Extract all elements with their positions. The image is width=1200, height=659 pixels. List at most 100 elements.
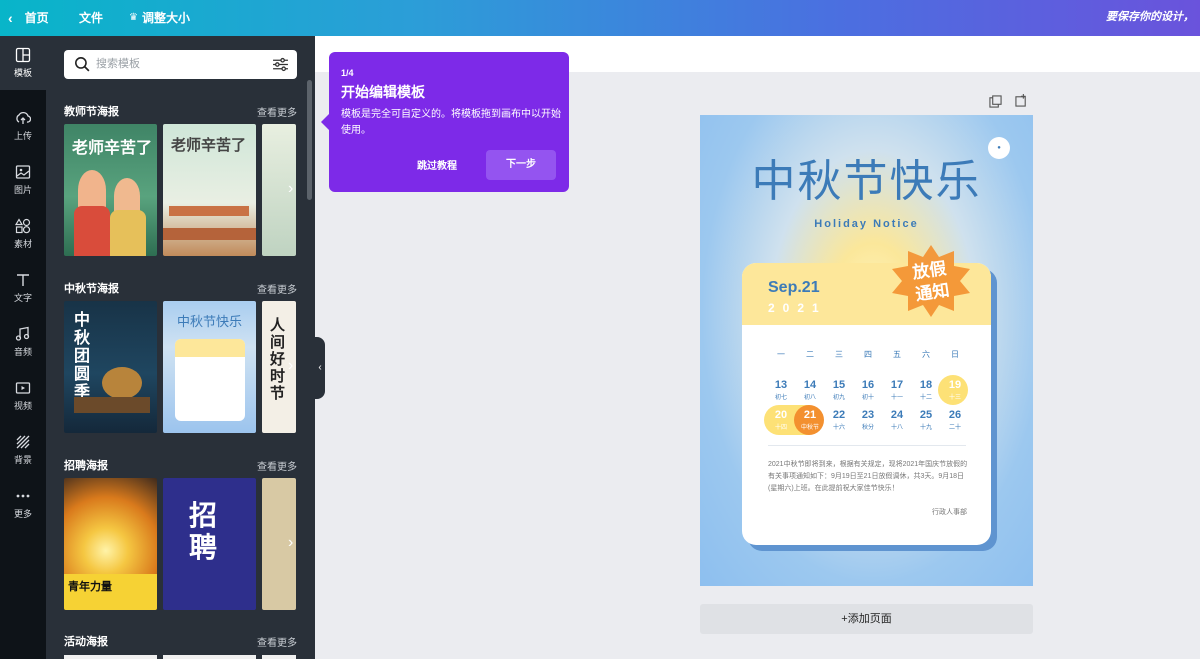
weekday-label: 六 <box>922 350 930 359</box>
search-bar[interactable]: 搜索模板 <box>64 50 297 79</box>
template-thumb[interactable]: 中秋团圆季 <box>64 301 157 433</box>
search-input[interactable]: 搜索模板 <box>96 50 140 79</box>
design-title[interactable]: 中秋节快乐 <box>700 145 1033 209</box>
chevron-right-icon[interactable]: › <box>288 179 298 199</box>
save-note[interactable]: 要保存你的设计， <box>1106 0 1194 34</box>
weekday-label: 二 <box>806 350 814 359</box>
template-thumb[interactable]: 招聘 <box>163 478 256 610</box>
add-page-icon[interactable] <box>1015 94 1028 107</box>
thumb-title: 老师辛苦了 <box>72 138 153 157</box>
date-number: 25 <box>919 409 933 421</box>
filter-icon[interactable] <box>272 56 289 73</box>
section-title: 中秋节海报 <box>64 283 119 295</box>
home-button[interactable]: ‹ 首页 <box>8 0 49 36</box>
see-more-link[interactable]: 查看更多 <box>257 458 297 473</box>
template-thumb[interactable]: 老师辛苦了 <box>163 124 256 256</box>
calendar-year: 2021 <box>768 301 827 315</box>
thumb-figure <box>74 206 110 256</box>
date-lunar: 秋分 <box>861 425 874 431</box>
date-number: 13 <box>774 379 788 391</box>
design-canvas[interactable]: ● 中秋节快乐 Holiday Notice Sep.21 2021 一 二 三… <box>700 115 1033 586</box>
collapse-panel-button[interactable]: ‹ <box>315 337 325 399</box>
panel-scrollbar[interactable] <box>307 80 312 200</box>
thumb-desk <box>169 206 249 216</box>
thumb-title: 招聘 <box>189 500 218 563</box>
thumb-mooncake <box>102 367 142 399</box>
date-number: 17 <box>890 379 904 391</box>
thumb-figure <box>78 170 106 210</box>
add-page-button[interactable]: +添加页面 <box>700 604 1033 634</box>
thumb-calendar-head <box>175 339 245 357</box>
see-more-link[interactable]: 查看更多 <box>257 104 297 119</box>
search-icon <box>75 57 90 72</box>
weekday-label: 三 <box>835 350 843 359</box>
date-lunar: 初八 <box>803 395 816 401</box>
file-menu[interactable]: 文件 <box>79 0 103 36</box>
divider <box>768 445 966 446</box>
date-lunar: 十二 <box>919 395 932 401</box>
template-thumb[interactable] <box>64 655 157 659</box>
date-lunar: 十四 <box>774 425 787 431</box>
notice-text: 2021中秋节即将到来，根据有关规定，现将2021年国庆节放假的有关事项通知如下… <box>768 461 968 492</box>
chevron-left-icon: ‹ <box>318 362 322 373</box>
resize-button[interactable]: ♛ 调整大小 <box>129 0 190 36</box>
weekday-label: 一 <box>777 350 785 359</box>
date-number: 24 <box>890 409 904 421</box>
crown-icon: ♛ <box>129 12 138 23</box>
rail-item-templates[interactable]: 模板 <box>0 36 46 90</box>
template-thumb[interactable] <box>262 655 296 659</box>
chevron-right-icon[interactable]: › <box>288 533 298 553</box>
date-number: 19 <box>948 379 962 391</box>
date-number: 21 <box>803 409 817 421</box>
background-icon <box>16 435 30 449</box>
onboarding-tooltip: 1/4 开始编辑模板 模板是完全可自定义的。将模板拖到画布中以开始使用。 跳过教… <box>321 52 569 192</box>
date-number: 18 <box>919 379 933 391</box>
rail-item-elements[interactable]: 素材 <box>0 207 46 261</box>
chevron-right-icon[interactable]: › <box>288 356 298 376</box>
thumb-table <box>74 397 150 413</box>
duplicate-page-icon[interactable] <box>989 95 1002 108</box>
date-lunar: 十九 <box>919 425 932 431</box>
rail-item-audio[interactable]: 音频 <box>0 315 46 369</box>
section-title: 活动海报 <box>64 636 108 648</box>
date-lunar: 十六 <box>832 425 845 431</box>
thumb-title: 中秋团圆季 <box>74 310 91 401</box>
rail-item-text[interactable]: 文字 <box>0 261 46 315</box>
thumb-title: 中秋节快乐 <box>176 315 242 330</box>
weekday-label: 四 <box>864 350 872 359</box>
thumb-title: 老师辛苦了 <box>171 136 247 154</box>
design-subtitle[interactable]: Holiday Notice <box>700 218 1033 230</box>
music-icon <box>15 326 30 341</box>
thumb-title: 青年力量 <box>68 581 112 593</box>
thumb-figure <box>110 210 146 256</box>
rail-item-more[interactable]: 更多 <box>0 477 46 531</box>
date-lunar: 初七 <box>774 395 787 401</box>
thumb-title: 人间好时节 <box>270 316 286 402</box>
video-icon <box>15 382 31 394</box>
rail-item-upload[interactable]: 上传 <box>0 99 46 153</box>
thumb-desk <box>163 228 256 240</box>
notice-signature: 行政人事部 <box>932 509 967 516</box>
date-number: 15 <box>832 379 846 391</box>
date-row: 13 初七 14 初八 15 初九 16 初十 17 十一 18 十二 19 十… <box>768 379 978 403</box>
date-lunar: 十八 <box>890 425 903 431</box>
badge-text: 放假通知 <box>911 258 951 305</box>
text-icon <box>17 274 29 286</box>
rail-item-video[interactable]: 视频 <box>0 369 46 423</box>
thumb-figure <box>114 178 140 214</box>
template-thumb[interactable]: 中秋节快乐 <box>163 301 256 433</box>
tooltip-step: 1/4 <box>341 68 354 78</box>
date-number: 20 <box>774 409 788 421</box>
rail-item-images[interactable]: 图片 <box>0 153 46 207</box>
skip-tutorial-button[interactable]: 跳过教程 <box>417 157 457 172</box>
template-thumb[interactable] <box>163 655 256 659</box>
date-lunar: 二十 <box>948 425 961 431</box>
see-more-link[interactable]: 查看更多 <box>257 634 297 649</box>
template-thumb[interactable]: 青年力量 <box>64 478 157 610</box>
chevron-left-icon: ‹ <box>8 10 13 26</box>
see-more-link[interactable]: 查看更多 <box>257 281 297 296</box>
rail-item-background[interactable]: 背景 <box>0 423 46 477</box>
date-row: 20 十四 21 中秋节 22 十六 23 秋分 24 十八 25 十九 26 … <box>768 409 978 433</box>
next-step-button[interactable]: 下一步 <box>486 150 556 180</box>
template-thumb[interactable]: 老师辛苦了 <box>64 124 157 256</box>
